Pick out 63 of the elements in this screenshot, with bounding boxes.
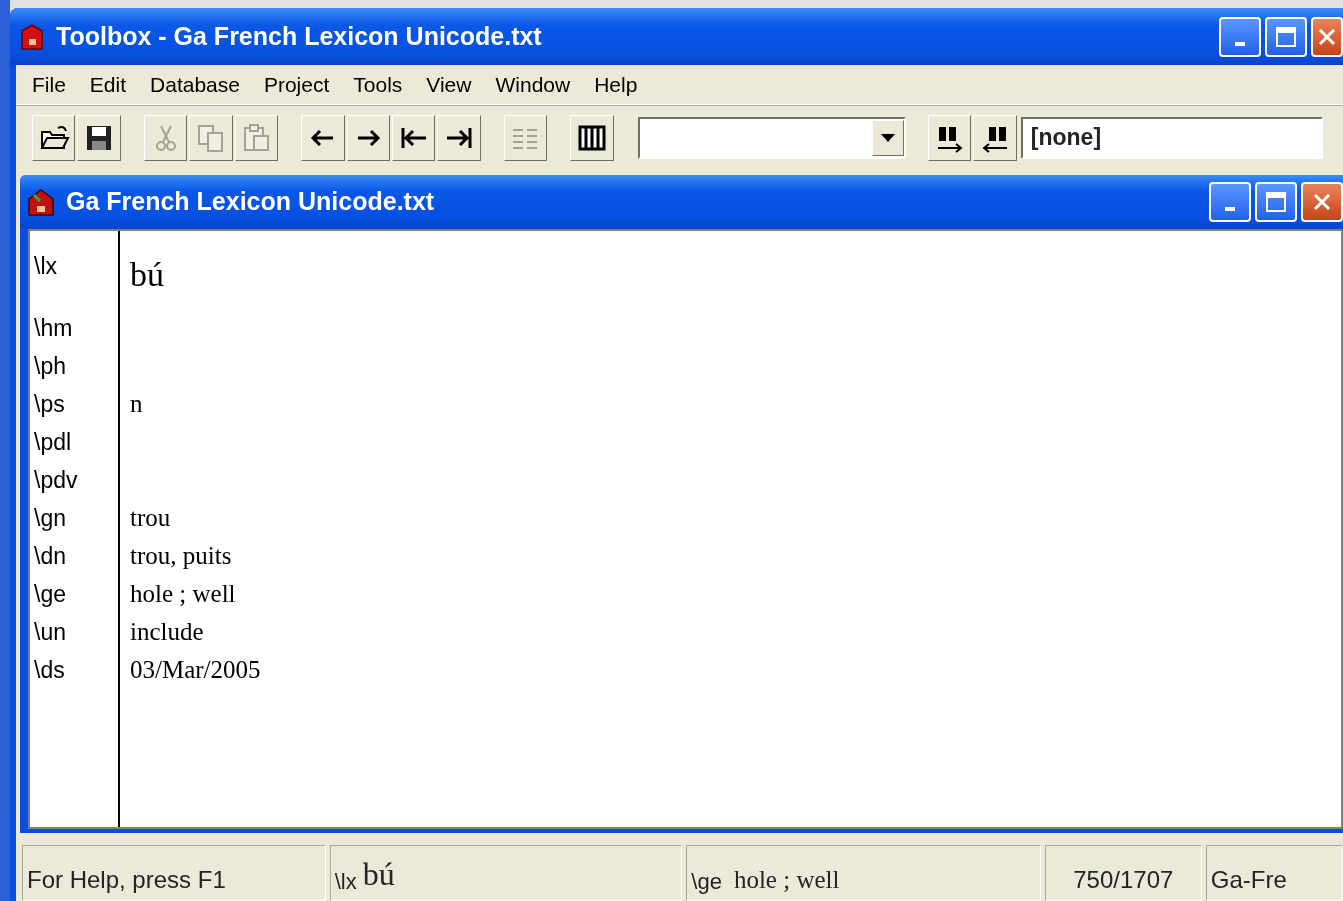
- field-value[interactable]: hole ; well: [130, 575, 236, 613]
- field-marker: \gn: [34, 503, 66, 533]
- menu-item[interactable]: Project: [251, 68, 342, 101]
- maximize-icon: [1265, 191, 1287, 213]
- headword-text[interactable]: bú: [130, 249, 164, 300]
- save-button[interactable]: [77, 114, 121, 161]
- menu-item[interactable]: File: [20, 68, 78, 101]
- menu-item[interactable]: Window: [483, 68, 583, 101]
- combo-box[interactable]: [none]: [1020, 116, 1324, 159]
- maximize-button[interactable]: [1255, 182, 1297, 222]
- field-marker: \ph: [34, 351, 66, 381]
- find-next-button[interactable]: [927, 114, 972, 161]
- field-value[interactable]: trou, puits: [130, 537, 232, 575]
- status-text: Ga-Fre: [1210, 865, 1287, 895]
- field-value[interactable]: 03/Mar/2005: [130, 651, 261, 689]
- close-icon: [1312, 192, 1332, 212]
- close-icon: [1317, 26, 1337, 47]
- combo-value: [none]: [1030, 123, 1102, 153]
- menu-item[interactable]: Help: [582, 68, 650, 101]
- app-icon: [18, 22, 46, 51]
- document-icon: [26, 187, 56, 217]
- field-marker: \lx: [34, 252, 57, 281]
- menu-item[interactable]: Edit: [77, 68, 139, 101]
- close-button[interactable]: [1301, 182, 1343, 222]
- field-value[interactable]: n: [130, 385, 143, 423]
- open-button[interactable]: [32, 114, 76, 161]
- combo-box[interactable]: [637, 116, 906, 159]
- status-value: bú: [362, 855, 395, 894]
- field-marker: \un: [34, 617, 66, 647]
- field-marker: \ds: [34, 655, 65, 685]
- status-value: hole ; well: [733, 864, 840, 895]
- status-text: For Help, press F1: [27, 865, 226, 895]
- forward-button[interactable]: [346, 114, 390, 161]
- status-marker: \ge: [691, 868, 722, 896]
- minimize-button[interactable]: [1219, 16, 1261, 57]
- dropdown-button[interactable]: [871, 119, 904, 156]
- maximize-icon: [1275, 25, 1297, 48]
- first-record-button[interactable]: [391, 114, 436, 161]
- status-marker: \lx: [334, 868, 357, 896]
- field-value[interactable]: include: [130, 613, 204, 651]
- minimize-button[interactable]: [1209, 182, 1251, 222]
- close-button[interactable]: [1311, 16, 1343, 57]
- minimize-icon: [1225, 207, 1235, 211]
- caret-icon: [880, 133, 895, 142]
- menu-item[interactable]: Database: [138, 68, 252, 101]
- field-marker: \ge: [34, 579, 66, 609]
- field-marker: \hm: [34, 313, 73, 343]
- maximize-button[interactable]: [1265, 16, 1307, 57]
- minimize-icon: [1235, 41, 1245, 46]
- menu-item[interactable]: View: [414, 68, 484, 101]
- field-marker: \pdl: [34, 427, 72, 457]
- field-marker: \pdv: [34, 465, 78, 495]
- menu-item[interactable]: Tools: [341, 68, 415, 101]
- window-title: Toolbox - Ga French Lexicon Unicode.txt: [56, 20, 542, 52]
- field-marker: \dn: [34, 541, 66, 571]
- last-record-button[interactable]: [437, 114, 481, 161]
- field-value[interactable]: trou: [130, 499, 171, 537]
- document-title: Ga French Lexicon Unicode.txt: [66, 186, 435, 218]
- back-button[interactable]: [301, 114, 345, 161]
- find-previous-button[interactable]: [973, 114, 1017, 161]
- columns-button[interactable]: [570, 114, 614, 161]
- status-text: 750/1707: [1073, 865, 1174, 895]
- field-marker: \ps: [34, 389, 65, 419]
